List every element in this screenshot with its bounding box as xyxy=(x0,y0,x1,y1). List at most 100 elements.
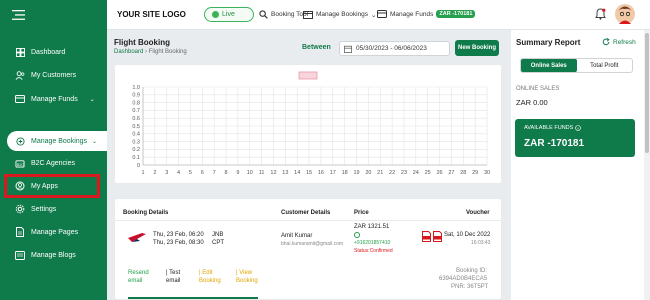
price-value: ZAR 1321.51 xyxy=(354,224,390,230)
between-label: Between xyxy=(302,44,331,51)
site-logo[interactable]: YOUR SITE LOGO xyxy=(117,10,186,19)
destination-code: CPT xyxy=(212,240,224,246)
bookings-icon xyxy=(15,136,25,146)
y-tick-label: 1.0 xyxy=(132,85,140,91)
hamburger-menu-icon[interactable] xyxy=(12,10,25,20)
avatar[interactable] xyxy=(615,4,635,24)
manage-funds-link[interactable]: Manage Funds ZAR -170181 xyxy=(377,10,476,18)
x-tick-label: 16 xyxy=(318,170,324,176)
x-tick-label: 27 xyxy=(448,170,454,176)
booking-id-label: Booking ID: xyxy=(456,268,488,274)
y-tick-label: 0.3 xyxy=(132,139,140,145)
sidebar-item-manage-funds[interactable]: Manage Funds ⌄ xyxy=(0,89,107,109)
x-tick-label: 23 xyxy=(401,170,407,176)
bookings-table: Booking Details Customer Details Price V… xyxy=(114,198,502,300)
chevron-down-icon: ⌄ xyxy=(371,11,377,19)
y-tick-label: 0.6 xyxy=(132,116,140,122)
pdf-icon[interactable] xyxy=(422,231,431,242)
bookings-chart-card: 1.0 0.9 0.8 0.7 0.6 0.5 0.4 0.3 0.2 0.1 0 1 2 3 4 5 6 7 8 9… xyxy=(114,64,502,184)
summary-tabs: Online Sales Total Profit xyxy=(520,58,633,73)
resend-email-link[interactable]: Resend email xyxy=(128,269,149,285)
sidebar-item-label: Manage Funds xyxy=(31,95,78,103)
date-range-value: 05/30/2023 - 06/06/2023 xyxy=(356,45,427,52)
customers-icon xyxy=(15,70,25,80)
wallet-icon xyxy=(377,10,387,18)
x-tick-label: 6 xyxy=(201,170,204,176)
booking-tool-link[interactable]: Booking Tool xyxy=(259,10,308,19)
sidebar-item-settings[interactable]: Settings xyxy=(0,199,107,219)
live-toggle[interactable]: Live xyxy=(204,7,254,22)
search-icon xyxy=(259,10,268,19)
x-tick-label: 17 xyxy=(330,170,336,176)
origin-code: JNB xyxy=(212,232,224,238)
link-line-1: | View xyxy=(236,270,253,276)
breadcrumb-separator: › xyxy=(145,49,148,55)
sidebar-item-my-customers[interactable]: My Customers xyxy=(0,65,107,85)
depart-time: Thu, 23 Feb, 06:20 xyxy=(153,232,204,238)
sidebar-item-label: Settings xyxy=(31,205,57,213)
sidebar-item-dashboard[interactable]: Dashboard xyxy=(0,42,107,62)
x-tick-label: 29 xyxy=(472,170,478,176)
manage-bookings-menu[interactable]: Manage Bookings ⌄ xyxy=(303,10,377,19)
sidebar-item-manage-bookings[interactable]: Manage Bookings ⌄ xyxy=(7,131,107,151)
sidebar-item-label: Manage Blogs xyxy=(31,251,76,259)
x-tick-label: 4 xyxy=(177,170,180,176)
x-tick-label: 1 xyxy=(141,170,144,176)
header-booking-details: Booking Details xyxy=(123,210,169,216)
link-line-2: Booking xyxy=(199,278,221,284)
x-tick-label: 5 xyxy=(189,170,192,176)
scrollbar[interactable] xyxy=(644,30,650,300)
tab-total-profit[interactable]: Total Profit xyxy=(577,59,633,72)
link-line-1: Resend xyxy=(128,270,149,276)
x-tick-label: 24 xyxy=(413,170,419,176)
x-tick-label: 12 xyxy=(270,170,276,176)
sidebar-item-b2c-agencies[interactable]: B2C B2C Agencies xyxy=(0,153,107,173)
edit-booking-link[interactable]: | Edit Booking xyxy=(199,269,221,285)
new-booking-button[interactable]: New Booking xyxy=(455,40,499,56)
sidebar-item-label: Manage Pages xyxy=(31,228,79,236)
airline-logo-icon xyxy=(128,233,146,242)
date-range-picker[interactable]: 05/30/2023 - 06/06/2023 xyxy=(339,41,450,56)
breadcrumb-current: Flight Booking xyxy=(148,49,187,55)
pdf-icon[interactable] xyxy=(433,231,442,242)
view-booking-link[interactable]: | View Booking xyxy=(236,269,258,285)
customer-email: bhai.kumaramit@gmail.com xyxy=(281,241,344,247)
tab-online-sales[interactable]: Online Sales xyxy=(521,59,577,72)
highlight-box xyxy=(4,174,100,198)
sidebar-item-manage-pages[interactable]: Manage Pages xyxy=(0,222,107,242)
x-tick-label: 3 xyxy=(165,170,168,176)
row-divider xyxy=(128,297,258,299)
refresh-label: Refresh xyxy=(613,38,636,46)
pnr-value: PNR: 36T5PT xyxy=(451,284,489,290)
x-tick-label: 7 xyxy=(213,170,216,176)
y-tick-label: 0.7 xyxy=(132,108,140,114)
breadcrumb-home[interactable]: Dashboard xyxy=(114,49,143,55)
customer-phone[interactable]: +916201857410 xyxy=(354,239,390,247)
y-tick-label: 0 xyxy=(137,163,140,169)
sidebar-item-manage-blogs[interactable]: Manage Blogs xyxy=(0,245,107,265)
test-email-link[interactable]: | Test email xyxy=(166,269,180,285)
available-funds-card: AVAILABLE FUNDS ZAR -170181 xyxy=(515,119,635,157)
refresh-button[interactable]: Refresh xyxy=(602,38,636,46)
x-tick-label: 2 xyxy=(153,170,156,176)
top-bar: YOUR SITE LOGO Live Booking Tool Manage … xyxy=(107,0,650,30)
header-voucher: Voucher xyxy=(466,210,490,216)
y-tick-label: 0.5 xyxy=(132,124,140,130)
y-tick-label: 0.1 xyxy=(132,155,140,161)
svg-text:B2C: B2C xyxy=(17,162,24,166)
scrollbar-thumb[interactable] xyxy=(645,33,649,153)
x-tick-label: 22 xyxy=(389,170,395,176)
x-tick-label: 10 xyxy=(247,170,253,176)
whatsapp-icon[interactable] xyxy=(354,232,360,238)
y-tick-label: 0.4 xyxy=(132,132,140,138)
manage-bookings-label: Manage Bookings xyxy=(316,11,369,18)
info-icon[interactable] xyxy=(575,125,582,131)
bell-icon[interactable] xyxy=(595,8,606,20)
x-tick-label: 30 xyxy=(484,170,490,176)
booking-id-value: 6394AD0B4ECA5 xyxy=(439,276,488,282)
blogs-icon xyxy=(15,250,25,260)
header-price: Price xyxy=(354,210,369,216)
pages-icon xyxy=(15,227,25,237)
link-line-2: Booking xyxy=(236,278,258,284)
online-sales-label: ONLINE SALES xyxy=(516,86,560,92)
